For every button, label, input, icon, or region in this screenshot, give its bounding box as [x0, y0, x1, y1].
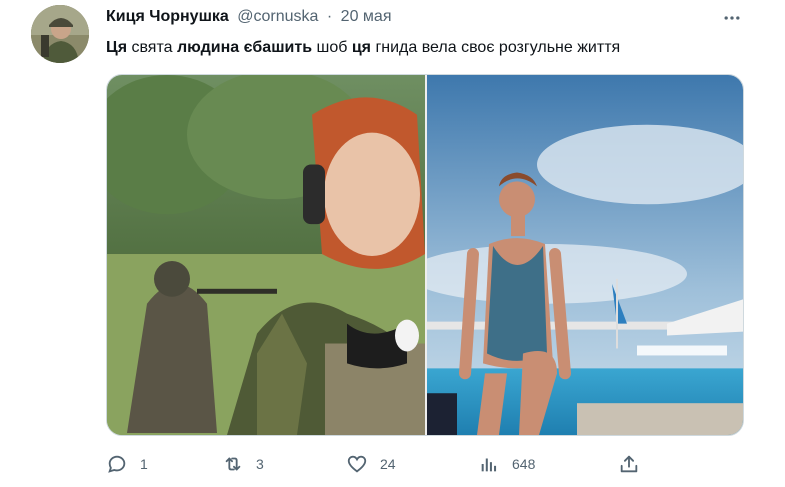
avatar[interactable] [31, 5, 89, 63]
share-button[interactable] [618, 450, 640, 478]
more-horizontal-icon[interactable] [720, 6, 744, 30]
retweet-icon [225, 457, 241, 471]
heart-icon [347, 455, 367, 473]
reply-button[interactable]: 1 [106, 450, 148, 478]
avatar-image [31, 5, 89, 63]
reply-icon [108, 455, 126, 473]
tweet-text-part: ця [351, 39, 371, 56]
retweet-button[interactable]: 3 [222, 450, 264, 478]
action-bar: 1 3 24 648 [106, 450, 666, 478]
share-icon [620, 455, 638, 473]
tweet-text-part: гнида вела своє розгульне життя [371, 39, 621, 56]
tweet-date[interactable]: 20 мая [341, 8, 392, 25]
tweet-text-part: людина єбашить [176, 39, 313, 56]
like-button[interactable]: 24 [346, 450, 396, 478]
tweet-media [106, 74, 744, 436]
photo-left[interactable] [107, 75, 425, 435]
author-handle[interactable]: @cornuska [237, 8, 318, 25]
tweet-text-part: Ця [106, 39, 128, 56]
tweet-text-part: свята [127, 39, 177, 56]
tweet-text-part: шоб [312, 39, 352, 56]
photo-right[interactable] [427, 75, 743, 435]
views-button[interactable]: 648 [478, 450, 535, 478]
views-count: 648 [512, 456, 536, 472]
separator-dot: · [326, 8, 333, 25]
reply-count: 1 [140, 456, 148, 472]
tweet-header: Киця Чорнушка @cornuska · 20 мая [106, 8, 391, 26]
retweet-count: 3 [256, 456, 264, 472]
tweet-text: Ця свята людина єбашить шоб ця гнида вел… [106, 38, 620, 58]
author-name[interactable]: Киця Чорнушка [106, 8, 229, 25]
views-icon [481, 458, 497, 472]
like-count: 24 [380, 456, 396, 472]
